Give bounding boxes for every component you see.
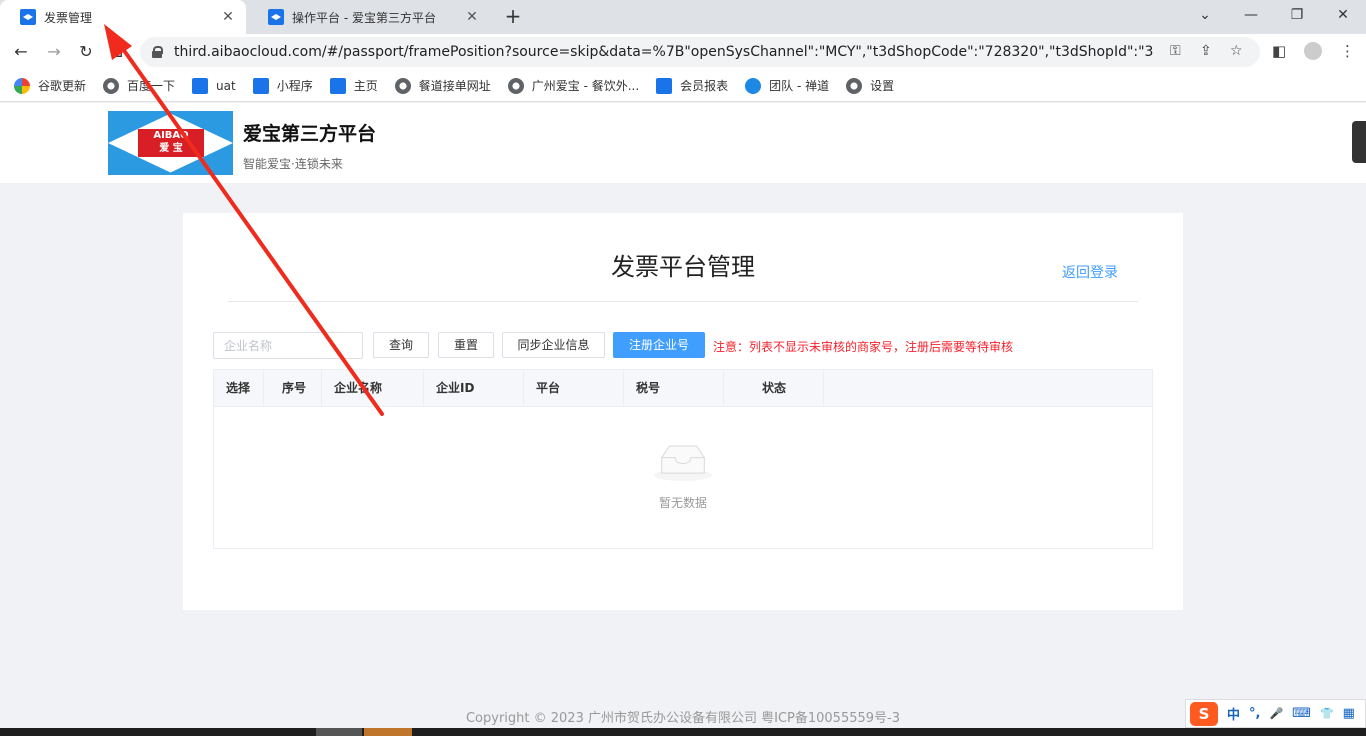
- logo-text-top: AIBAO: [153, 130, 189, 141]
- side-drawer-handle[interactable]: [1352, 121, 1366, 163]
- bookmark-uat[interactable]: uat: [192, 77, 236, 94]
- bookmarks-bar: 谷歌更新 百度一下 uat 小程序 主页 餐道接单网址 广州爱宝 - 餐饮外..…: [0, 70, 1366, 102]
- sogou-logo-icon[interactable]: S: [1190, 701, 1218, 726]
- app-header: AIBAO 爱 宝 爱宝第三方平台 智能爱宝·连锁未来: [0, 103, 1366, 183]
- company-name-search-input[interactable]: [213, 332, 363, 359]
- back-to-login-link[interactable]: 返回登录: [1062, 262, 1118, 282]
- query-button[interactable]: 查询: [373, 332, 429, 358]
- brand-subtitle: 智能爱宝·连锁未来: [243, 157, 343, 171]
- ime-keyboard-icon[interactable]: ⌨: [1292, 706, 1311, 721]
- tab-title: 发票管理: [44, 10, 93, 25]
- bookmark-baidu[interactable]: 百度一下: [103, 77, 175, 94]
- site-favicon-icon: [20, 9, 36, 25]
- browser-tab-strip: 发票管理 ✕ 操作平台 - 爱宝第三方平台 ✕ + ⌄ — ❐ ✕: [0, 0, 1366, 34]
- reload-icon[interactable]: ↻: [72, 38, 100, 66]
- restore-button[interactable]: ❐: [1274, 0, 1320, 34]
- sync-company-info-button[interactable]: 同步企业信息: [502, 332, 605, 358]
- brand-icon: [252, 77, 269, 94]
- column-header-tax-id: 税号: [624, 370, 724, 407]
- ime-lang-toggle[interactable]: 中: [1227, 704, 1240, 723]
- bookmark-home[interactable]: 主页: [329, 77, 378, 94]
- close-tab-icon[interactable]: ✕: [464, 9, 480, 25]
- tab-search-dropdown-icon[interactable]: ⌄: [1182, 0, 1228, 34]
- bookmark-guangzhou-aibao[interactable]: 广州爱宝 - 餐饮外...: [507, 77, 639, 94]
- invoice-management-card: 发票平台管理 返回登录 查询 重置 同步企业信息 注册企业号 注意：列表不显示未…: [183, 213, 1183, 610]
- globe-icon: [394, 77, 411, 94]
- brand-icon: [329, 77, 346, 94]
- globe-icon: [103, 77, 120, 94]
- reset-button[interactable]: 重置: [438, 332, 494, 358]
- empty-data-text: 暂无数据: [658, 496, 707, 510]
- minimize-button[interactable]: —: [1228, 0, 1274, 34]
- side-panel-icon[interactable]: ◧: [1272, 42, 1286, 60]
- globe-icon: [846, 77, 863, 94]
- bookmark-google-update[interactable]: 谷歌更新: [14, 77, 86, 94]
- tab-title: 操作平台 - 爱宝第三方平台: [292, 10, 436, 25]
- forward-arrow-icon[interactable]: →: [40, 38, 68, 66]
- taskbar-item-active[interactable]: [364, 728, 412, 736]
- ime-skin-icon[interactable]: 👕: [1320, 707, 1334, 720]
- review-notice: 注意：列表不显示未审核的商家号，注册后需要等待审核: [713, 340, 1014, 354]
- lock-icon[interactable]: [152, 46, 163, 58]
- column-header-platform: 平台: [524, 370, 624, 407]
- footer-copyright: Copyright © 2023 广州市贺氏办公设备有限公司 粤ICP备1005…: [465, 711, 900, 726]
- brand-title: 爱宝第三方平台: [243, 123, 377, 145]
- taskbar-item[interactable]: [316, 728, 362, 736]
- home-icon[interactable]: ⌂: [104, 38, 132, 66]
- bookmark-order-url[interactable]: 餐道接单网址: [394, 77, 491, 94]
- google-icon: [14, 77, 30, 94]
- team-icon: [745, 77, 762, 94]
- column-header-index: 序号: [264, 370, 322, 407]
- bookmark-settings[interactable]: 设置: [846, 77, 894, 94]
- title-divider: [228, 301, 1138, 302]
- close-tab-icon[interactable]: ✕: [220, 9, 236, 25]
- column-header-status: 状态: [724, 370, 824, 407]
- ime-toolbar: S 中 °, 🎤 ⌨ 👕 ▦: [1185, 699, 1366, 728]
- profile-avatar-icon[interactable]: [1304, 42, 1322, 60]
- column-header-company-name: 企业名称: [322, 370, 424, 407]
- company-table: 选择 序号 企业名称 企业ID 平台 税号 状态 暂无数据: [213, 369, 1153, 549]
- ime-punct-icon[interactable]: °,: [1249, 706, 1260, 721]
- bookmark-team-zentao[interactable]: 团队 - 禅道: [745, 77, 829, 94]
- back-arrow-icon[interactable]: ←: [7, 38, 35, 66]
- taskbar-strip: [0, 728, 1366, 736]
- close-window-button[interactable]: ✕: [1320, 0, 1366, 34]
- aibao-logo: AIBAO 爱 宝: [108, 111, 233, 175]
- logo-text-bottom: 爱 宝: [159, 143, 183, 154]
- bookmark-member-report[interactable]: 会员报表: [656, 77, 728, 94]
- bookmark-star-icon[interactable]: ☆: [1230, 43, 1243, 59]
- table-header: 选择 序号 企业名称 企业ID 平台 税号 状态: [214, 370, 1152, 407]
- tab-operation-platform[interactable]: 操作平台 - 爱宝第三方平台 ✕: [248, 0, 490, 34]
- share-icon[interactable]: ⇪: [1200, 43, 1212, 59]
- key-icon[interactable]: ⚿: [1170, 43, 1181, 59]
- brand-icon: [192, 77, 209, 94]
- brand-icon: [656, 77, 673, 94]
- register-company-button[interactable]: 注册企业号: [613, 332, 705, 358]
- ime-tools-icon[interactable]: ▦: [1343, 706, 1355, 721]
- menu-kebab-icon[interactable]: ⋮: [1340, 42, 1355, 60]
- column-header-company-id: 企业ID: [424, 370, 524, 407]
- page-title: 发票平台管理: [611, 253, 755, 281]
- url-text[interactable]: third.aibaocloud.com/#/passport/framePos…: [174, 44, 1154, 60]
- column-header-select: 选择: [214, 370, 264, 407]
- new-tab-button[interactable]: +: [500, 4, 526, 30]
- bookmark-mini-program[interactable]: 小程序: [252, 77, 313, 94]
- empty-inbox-icon: [653, 445, 713, 481]
- browser-toolbar: ← → ↻ ⌂ third.aibaocloud.com/#/passport/…: [0, 34, 1366, 70]
- globe-icon: [507, 77, 524, 94]
- site-favicon-icon: [268, 9, 284, 25]
- address-bar[interactable]: third.aibaocloud.com/#/passport/framePos…: [140, 37, 1260, 67]
- tab-invoice-management[interactable]: 发票管理 ✕: [0, 0, 246, 34]
- ime-mic-icon[interactable]: 🎤: [1269, 707, 1283, 720]
